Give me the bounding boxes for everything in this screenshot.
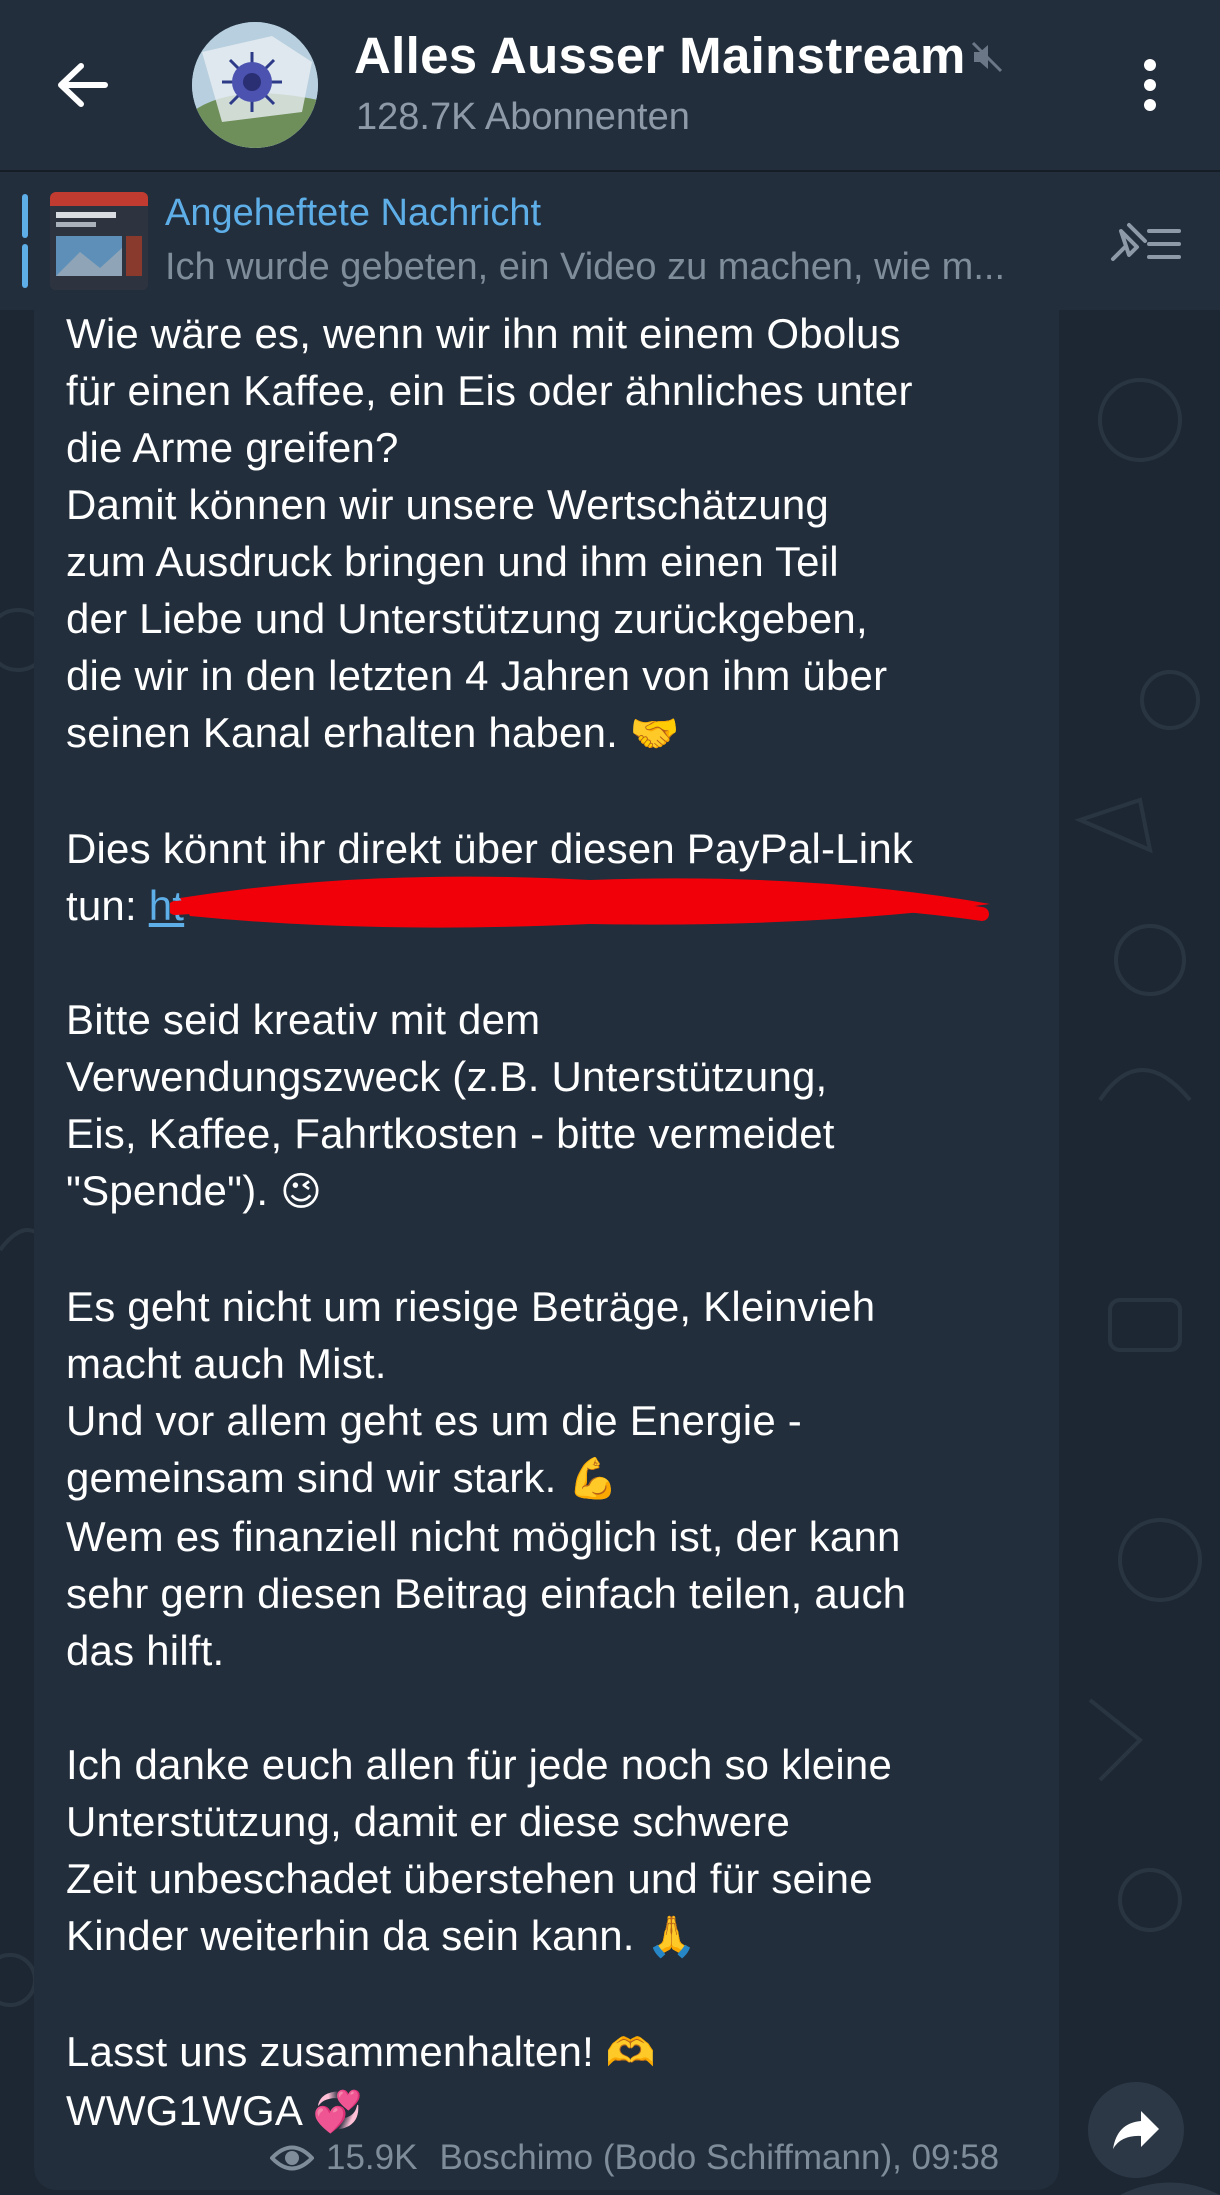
message-paragraph: Lasst uns zusammenhalten! 🫶 WWG1WGA 💞 — [66, 2023, 1046, 2141]
pinned-title: Angeheftete Nachricht — [165, 192, 542, 234]
view-count: 15.9K — [326, 2138, 418, 2177]
telegram-channel-screen: Alles Ausser Mainstream 128.7K Abonnente… — [0, 0, 1220, 2195]
redaction-scribble — [170, 876, 990, 928]
channel-avatar[interactable] — [192, 22, 318, 148]
message-paragraph: Ich danke euch allen für jede noch so kl… — [66, 1736, 1046, 1966]
pinned-thumbnail — [50, 192, 148, 290]
hearts-emoji: 💞 — [312, 2089, 363, 2135]
message-text: Wie wäre es, wenn wir ihn mit einem Obol… — [66, 305, 1046, 2141]
handshake-emoji: 🤝 — [629, 711, 680, 757]
back-button[interactable] — [42, 45, 122, 125]
muted-speaker-icon — [971, 41, 1003, 73]
pin-list-icon — [1111, 223, 1181, 261]
author-and-time: Boschimo (Bodo Schiffmann), 09:58 — [439, 2138, 1000, 2177]
forward-button[interactable] — [1088, 2082, 1184, 2178]
thistle-flower-icon — [192, 22, 318, 148]
subscriber-count: 128.7K Abonnenten — [356, 96, 690, 138]
share-arrow-icon — [1113, 2111, 1159, 2149]
channel-header: Alles Ausser Mainstream 128.7K Abonnente… — [0, 0, 1220, 170]
message-meta: 15.9K Boschimo (Bodo Schiffmann), 09:58 — [270, 2136, 999, 2180]
message-paragraph: Bitte seid kreativ mit dem Verwendungszw… — [66, 991, 1046, 1221]
more-vertical-icon — [1144, 59, 1156, 111]
wink-emoji: 😉 — [280, 1169, 323, 1215]
channel-title[interactable]: Alles Ausser Mainstream — [354, 26, 966, 85]
scroll-to-bottom-hint — [1120, 2182, 1220, 2195]
pinned-message-bar[interactable]: Angeheftete Nachricht Ich wurde gebeten,… — [0, 172, 1220, 310]
eye-icon — [270, 2145, 314, 2171]
arrow-left-icon — [58, 63, 108, 107]
video-thumbnail-icon — [50, 192, 148, 290]
message-paragraph: Es geht nicht um riesige Beträge, Kleinv… — [66, 1283, 907, 1674]
pinned-indicator — [22, 194, 28, 288]
pinned-preview: Ich wurde gebeten, ein Video zu machen, … — [165, 246, 1006, 288]
more-options-button[interactable] — [1120, 45, 1180, 125]
pinned-list-button[interactable] — [1100, 214, 1190, 274]
message-paragraph: Wie wäre es, wenn wir ihn mit einem Obol… — [66, 305, 1046, 763]
pray-emoji: 🙏 — [646, 1914, 697, 1960]
muscle-emoji: 💪 — [568, 1456, 619, 1502]
heart-hands-emoji: 🫶 — [605, 2030, 656, 2076]
